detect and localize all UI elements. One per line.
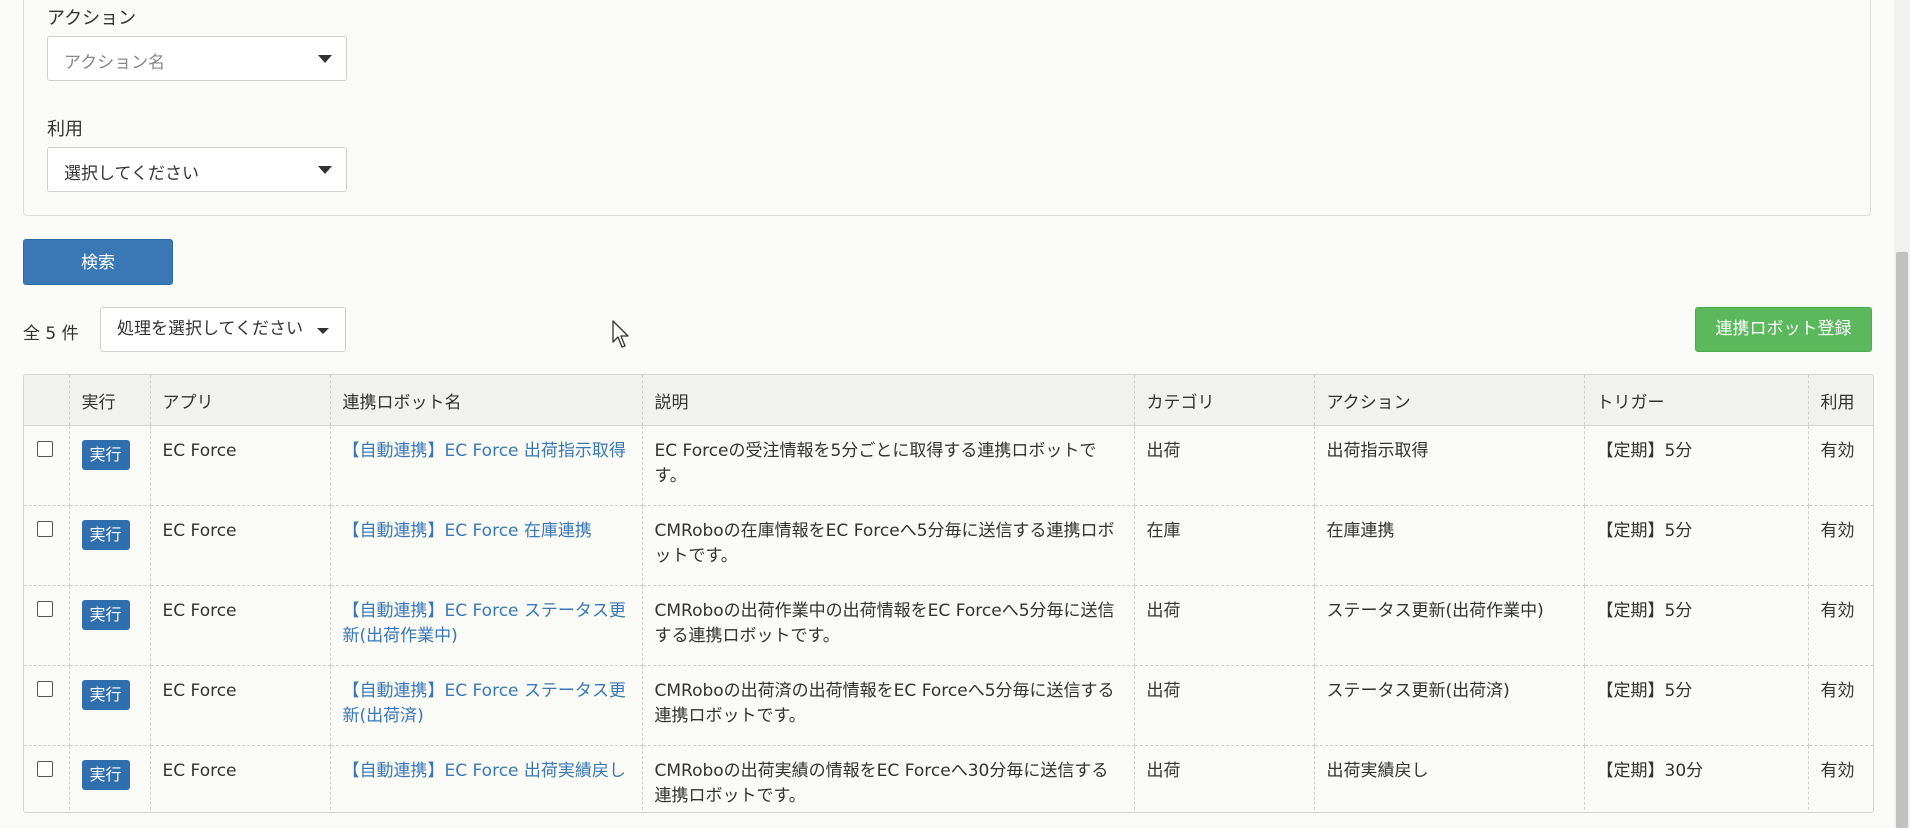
trigger-cell: 【定期】30分 — [1584, 745, 1809, 812]
category-cell: 出荷 — [1134, 585, 1315, 666]
table-row: 実行 EC Force 【自動連携】EC Force ステータス更新(出荷済) … — [24, 665, 1873, 746]
usage-cell: 有効 — [1808, 425, 1873, 506]
caret-down-icon — [317, 328, 329, 334]
bulk-action-dropdown[interactable]: 処理を選択してください — [100, 307, 346, 352]
trigger-cell: 【定期】5分 — [1584, 665, 1809, 746]
usage-cell: 有効 — [1808, 665, 1873, 746]
robot-name-link[interactable]: 【自動連携】EC Force 在庫連携 — [343, 521, 592, 541]
table-row: 実行 EC Force 【自動連携】EC Force 出荷指示取得 EC For… — [24, 425, 1873, 506]
usage-select[interactable]: 選択してください — [47, 147, 347, 192]
description-cell: EC Forceの受注情報を5分ごとに取得する連携ロボットです。 — [642, 425, 1135, 506]
robot-name-link[interactable]: 【自動連携】EC Force 出荷実績戻し — [343, 761, 626, 781]
header-category: カテゴリ — [1134, 375, 1315, 426]
row-checkbox[interactable] — [37, 441, 53, 457]
description-cell: CMRoboの出荷作業中の出荷情報をEC Forceへ5分毎に送信する連携ロボッ… — [642, 585, 1135, 666]
description-cell: CMRoboの出荷実績の情報をEC Forceへ30分毎に送信する連携ロボットで… — [642, 745, 1135, 812]
action-cell: ステータス更新(出荷済) — [1314, 665, 1585, 746]
action-filter-label: アクション — [47, 8, 137, 29]
header-run: 実行 — [69, 375, 151, 426]
total-count: 全 5 件 — [23, 324, 79, 344]
search-button[interactable]: 検索 — [23, 239, 173, 285]
app-cell: EC Force — [150, 585, 331, 666]
header-robot-name: 連携ロボット名 — [330, 375, 643, 426]
header-select — [24, 375, 70, 426]
category-cell: 出荷 — [1134, 745, 1315, 812]
robot-name-link[interactable]: 【自動連携】EC Force 出荷指示取得 — [343, 441, 626, 461]
mouse-cursor-icon — [612, 320, 629, 348]
table-row: 実行 EC Force 【自動連携】EC Force 出荷実績戻し CMRobo… — [24, 745, 1873, 812]
header-action: アクション — [1314, 375, 1585, 426]
row-checkbox[interactable] — [37, 681, 53, 697]
action-select-placeholder: アクション名 — [64, 53, 166, 73]
register-robot-button[interactable]: 連携ロボット登録 — [1695, 307, 1872, 352]
app-cell: EC Force — [150, 665, 331, 746]
run-button[interactable]: 実行 — [81, 760, 130, 790]
table-header-row: 実行 アプリ 連携ロボット名 説明 カテゴリ アクション トリガー 利用 — [24, 375, 1873, 426]
header-app: アプリ — [150, 375, 331, 426]
run-button[interactable]: 実行 — [81, 680, 130, 710]
run-button[interactable]: 実行 — [81, 520, 130, 550]
action-select[interactable]: アクション名 — [47, 36, 347, 81]
usage-cell: 有効 — [1808, 585, 1873, 666]
action-cell: 在庫連携 — [1314, 505, 1585, 586]
action-cell: ステータス更新(出荷作業中) — [1314, 585, 1585, 666]
table-row: 実行 EC Force 【自動連携】EC Force ステータス更新(出荷作業中… — [24, 585, 1873, 666]
vertical-scrollbar[interactable] — [1894, 0, 1910, 828]
row-checkbox[interactable] — [37, 601, 53, 617]
robot-name-link[interactable]: 【自動連携】EC Force ステータス更新(出荷済) — [343, 681, 626, 726]
app-cell: EC Force — [150, 505, 331, 586]
app-cell: EC Force — [150, 425, 331, 506]
caret-down-icon — [318, 55, 332, 63]
robot-table: 実行 アプリ 連携ロボット名 説明 カテゴリ アクション トリガー 利用 実行 … — [23, 374, 1874, 813]
run-button[interactable]: 実行 — [81, 440, 130, 470]
trigger-cell: 【定期】5分 — [1584, 425, 1809, 506]
usage-cell: 有効 — [1820, 761, 1855, 781]
trigger-cell: 【定期】5分 — [1584, 585, 1809, 666]
row-checkbox[interactable] — [37, 761, 53, 777]
category-cell: 在庫 — [1134, 505, 1315, 586]
scrollbar-thumb[interactable] — [1896, 252, 1908, 828]
usage-select-value: 選択してください — [64, 164, 199, 184]
caret-down-icon — [318, 166, 332, 174]
run-button[interactable]: 実行 — [81, 600, 130, 630]
description-cell: CMRoboの出荷済の出荷情報をEC Forceへ5分毎に送信する連携ロボットで… — [642, 665, 1135, 746]
header-trigger: トリガー — [1584, 375, 1809, 426]
row-checkbox[interactable] — [37, 521, 53, 537]
action-cell: 出荷指示取得 — [1314, 425, 1585, 506]
header-description: 説明 — [642, 375, 1135, 426]
trigger-cell: 【定期】5分 — [1584, 505, 1809, 586]
usage-cell: 有効 — [1808, 505, 1873, 586]
app-cell: EC Force — [150, 745, 331, 812]
usage-filter-label: 利用 — [47, 119, 83, 140]
bulk-action-label: 処理を選択してください — [117, 319, 303, 339]
action-cell: 出荷実績戻し — [1314, 745, 1585, 812]
category-cell: 出荷 — [1134, 665, 1315, 746]
header-usage: 利用 — [1808, 375, 1873, 426]
category-cell: 出荷 — [1134, 425, 1315, 506]
table-row: 実行 EC Force 【自動連携】EC Force 在庫連携 CMRoboの在… — [24, 505, 1873, 586]
description-cell: CMRoboの在庫情報をEC Forceへ5分毎に送信する連携ロボットです。 — [642, 505, 1135, 586]
robot-name-link[interactable]: 【自動連携】EC Force ステータス更新(出荷作業中) — [343, 601, 626, 646]
